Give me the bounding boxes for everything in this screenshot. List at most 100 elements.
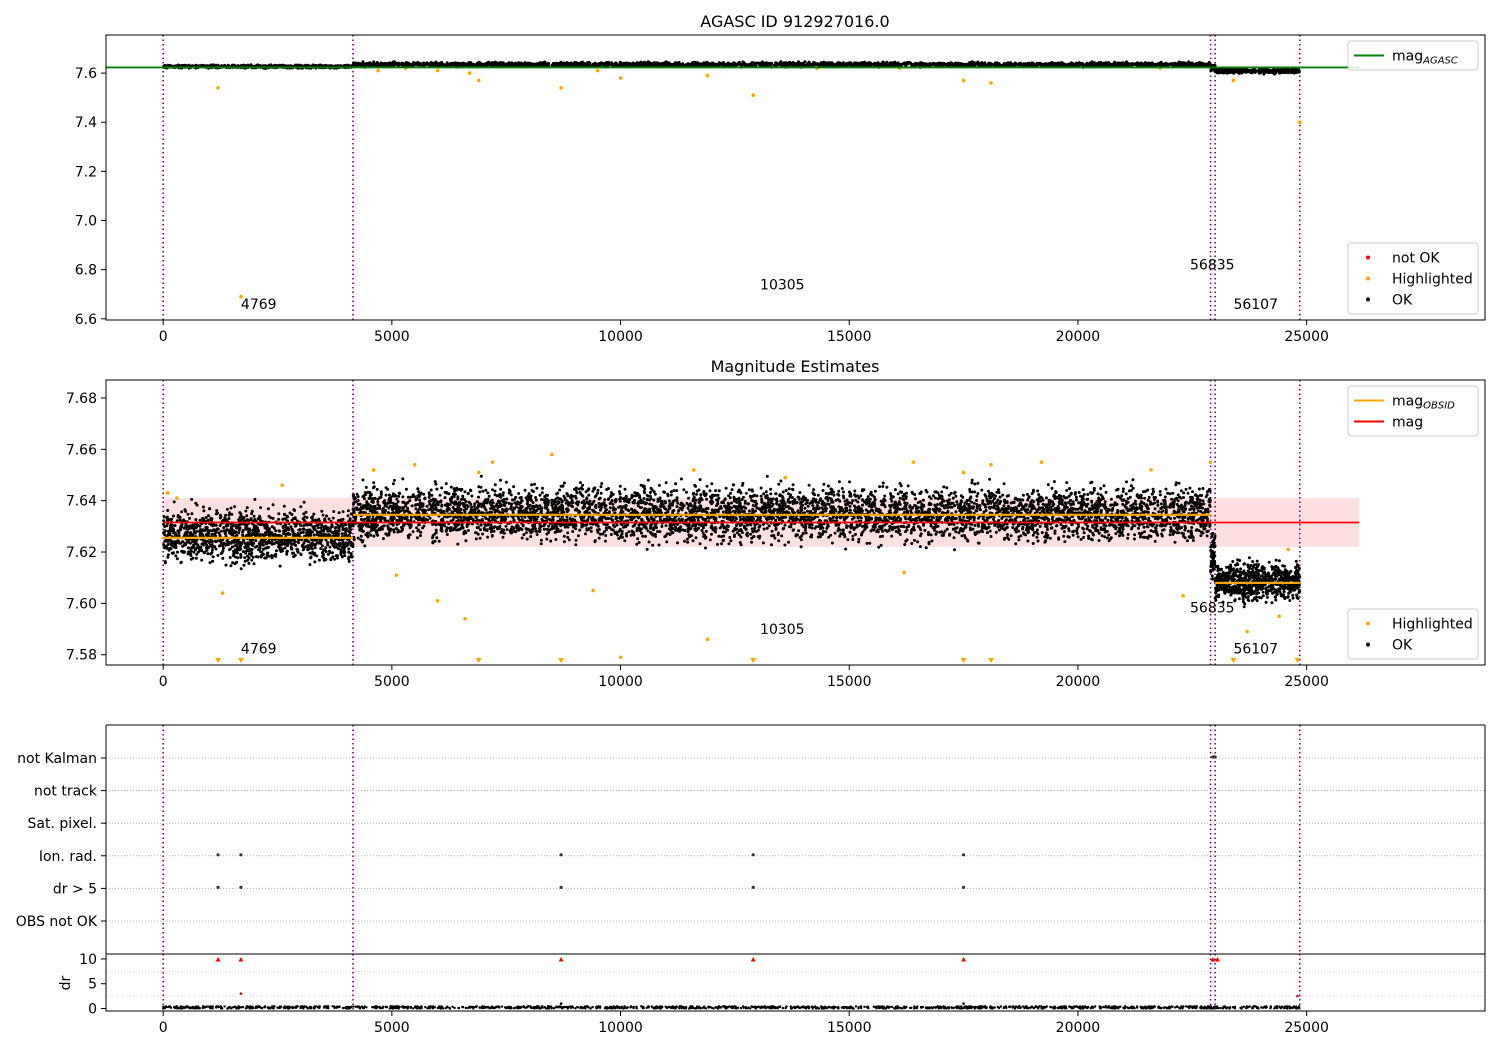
agasc-ok-point <box>595 63 599 67</box>
magnitude-ok-point <box>317 558 321 562</box>
magnitude-ok-point <box>297 541 301 545</box>
agasc-ok-point <box>1072 62 1076 66</box>
magnitude-ok-point <box>302 541 306 545</box>
agasc-ok-point <box>759 62 762 66</box>
magnitude-ok-point <box>252 562 256 566</box>
agasc-ok-point <box>710 61 714 65</box>
magnitude-ok-point <box>317 517 321 521</box>
magnitude-ok-point <box>244 509 248 513</box>
magnitude-ok-point <box>349 543 353 547</box>
magnitude-ok-point <box>341 517 345 521</box>
magnitude-ok-point <box>310 547 314 551</box>
agasc-ok-point <box>358 63 362 67</box>
magnitude-ok-point <box>205 548 209 552</box>
agasc-ok-point <box>1230 71 1234 75</box>
magnitude-ok-point <box>285 549 289 553</box>
agasc-ok-point <box>1085 63 1089 67</box>
agasc-ok-point <box>1121 61 1125 65</box>
magnitude-ok-point <box>339 548 343 552</box>
agasc-highlighted-point <box>216 86 220 90</box>
magnitude-ok-point <box>347 555 351 559</box>
magnitude-ok-point <box>287 527 291 531</box>
magnitude-ok-point <box>163 539 167 543</box>
magnitude-ok-point <box>189 531 193 535</box>
agasc-ok-point <box>465 63 469 67</box>
agasc-ok-point <box>445 63 449 67</box>
magnitude-ok-point <box>176 529 180 533</box>
agasc-ok-point <box>755 61 759 65</box>
magnitude-ok-point <box>246 548 250 552</box>
magnitude-ok-point <box>174 544 178 548</box>
magnitude-ok-point <box>222 546 225 550</box>
magnitude-ok-point <box>210 532 214 536</box>
magnitude-ok-point <box>172 514 175 518</box>
agasc-ok-point <box>891 63 895 67</box>
magnitude-ok-point <box>334 530 337 534</box>
magnitude-ok-point <box>253 497 257 501</box>
magnitude-ok-point <box>229 564 233 568</box>
magnitude-ok-point <box>201 505 205 509</box>
agasc-ok-point <box>882 61 886 65</box>
magnitude-ok-point <box>329 540 333 544</box>
magnitude-ok-point <box>320 523 324 527</box>
agasc-legend-label-1-1: Highlighted <box>1392 272 1473 288</box>
agasc-ok-point <box>663 62 667 65</box>
magnitude-ok-point <box>324 557 328 561</box>
magnitude-ok-point <box>317 541 321 545</box>
magnitude-ok-point <box>315 523 319 527</box>
magnitude-ok-point <box>323 517 327 521</box>
agasc-ok-point <box>364 62 368 66</box>
agasc-ok-point <box>533 63 537 66</box>
magnitude-ok-point <box>331 516 335 520</box>
magnitude-ok-point <box>290 513 294 516</box>
magnitude-ok-point <box>252 514 256 518</box>
agasc-ok-point <box>1145 62 1149 66</box>
agasc-ok-point <box>456 61 460 65</box>
magnitude-ok-point <box>222 529 226 533</box>
agasc-ok-point <box>670 63 674 67</box>
magnitude-ok-point <box>340 532 344 536</box>
magnitude-ok-point <box>239 542 243 546</box>
magnitude-ok-point <box>280 547 284 551</box>
agasc-ok-point <box>1175 62 1179 66</box>
magnitude-ok-point <box>209 516 213 520</box>
magnitude-ok-point <box>245 527 248 531</box>
magnitude-ok-point <box>227 548 231 552</box>
magnitude-ok-point <box>288 540 292 544</box>
magnitude-ok-point <box>237 518 241 522</box>
agasc-ok-point <box>1061 62 1065 66</box>
agasc-ok-point <box>1125 62 1129 66</box>
agasc-highlighted-point <box>751 93 755 97</box>
magnitude-ok-point <box>200 558 204 562</box>
agasc-ok-point <box>1159 62 1163 66</box>
magnitude-ok-point <box>306 523 309 527</box>
agasc-highlighted-point <box>595 68 600 73</box>
magnitude-ok-point <box>169 547 173 551</box>
agasc-ok-point <box>630 62 633 66</box>
magnitude-ok-point <box>328 545 332 549</box>
magnitude-ok-point <box>339 553 343 557</box>
magnitude-ok-point <box>186 512 190 516</box>
magnitude-ok-point <box>243 556 247 560</box>
magnitude-ok-point <box>201 516 205 520</box>
agasc-ok-point <box>550 63 554 67</box>
agasc-ok-point <box>605 61 609 64</box>
agasc-ok-point <box>1130 62 1133 66</box>
magnitude-ok-point <box>312 512 316 516</box>
magnitude-ok-point <box>202 509 206 513</box>
magnitude-ok-point <box>308 532 312 536</box>
magnitude-ok-point <box>218 516 222 520</box>
agasc-ok-point <box>558 63 562 67</box>
magnitude-ok-point <box>246 518 249 522</box>
magnitude-ok-point <box>307 540 311 544</box>
agasc-highlighted-point <box>989 81 993 85</box>
magnitude-ok-point <box>342 551 346 555</box>
magnitude-ok-point <box>253 545 257 549</box>
magnitude-ok-point <box>250 558 254 562</box>
magnitude-ok-point <box>313 551 316 555</box>
magnitude-ok-point <box>292 533 296 537</box>
agasc-ok-point <box>1069 63 1073 67</box>
magnitude-ok-point <box>209 543 213 547</box>
agasc-ok-point <box>1044 62 1048 66</box>
magnitude-ok-point <box>231 539 234 543</box>
